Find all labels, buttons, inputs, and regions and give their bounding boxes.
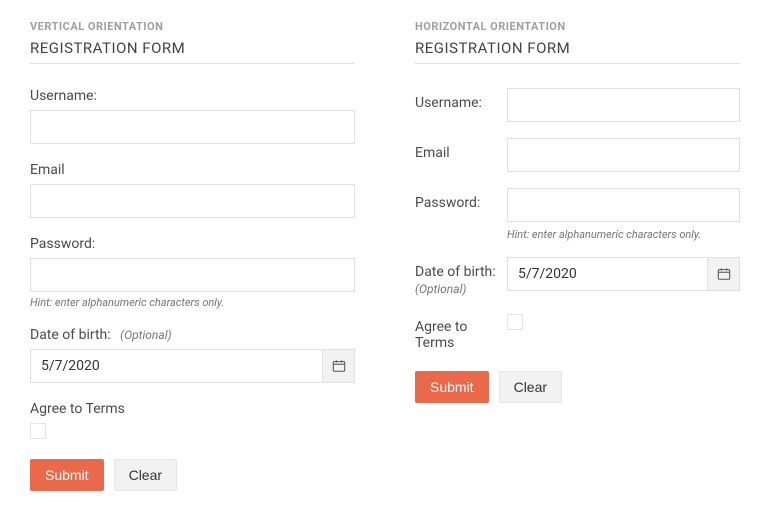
dob-field: Date of birth: (Optional) 5/7/2020 [30,327,355,383]
agree-checkbox[interactable] [30,423,46,439]
password-input-h[interactable] [507,188,740,222]
agree-label: Agree to Terms [30,401,355,417]
email-input-h[interactable] [507,138,740,172]
dob-label-h: Date of birth: (Optional) [415,257,507,296]
clear-button[interactable]: Clear [114,459,177,491]
dob-input-wrap: 5/7/2020 [30,349,355,383]
username-field: Username: [30,88,355,144]
dob-input-wrap-h: 5/7/2020 [507,257,740,291]
agree-field: Agree to Terms [30,401,355,439]
password-input[interactable] [30,258,355,292]
calendar-icon [717,267,731,281]
username-field-h: Username: [415,88,740,122]
button-row-h: Submit Clear [415,371,740,403]
password-field-h: Password: Hint: enter alphanumeric chara… [415,188,740,241]
password-hint-h: Hint: enter alphanumeric characters only… [507,228,740,241]
email-field-h: Email [415,138,740,172]
vertical-form-title: Registration Form [30,39,355,64]
agree-label-h: Agree to Terms [415,312,507,351]
username-input-h[interactable] [507,88,740,122]
submit-button-h[interactable]: Submit [415,371,489,403]
vertical-section-label: Vertical Orientation [30,20,355,33]
agree-field-h: Agree to Terms [415,312,740,351]
username-label: Username: [30,88,355,104]
dob-label-text-h: Date of birth: [415,264,496,280]
password-field: Password: Hint: enter alphanumeric chara… [30,236,355,309]
dob-label-text: Date of birth: [30,327,111,343]
email-field: Email [30,162,355,218]
calendar-icon [332,359,346,373]
username-input[interactable] [30,110,355,144]
calendar-button-h[interactable] [707,258,739,290]
email-label-h: Email [415,138,507,161]
dob-field-h: Date of birth: (Optional) 5/7/2020 [415,257,740,296]
agree-checkbox-h[interactable] [507,314,523,330]
email-input[interactable] [30,184,355,218]
clear-button-h[interactable]: Clear [499,371,562,403]
password-label-h: Password: [415,188,507,211]
horizontal-column: Horizontal Orientation Registration Form… [415,20,740,491]
password-hint: Hint: enter alphanumeric characters only… [30,296,355,309]
email-label: Email [30,162,355,178]
vertical-column: Vertical Orientation Registration Form U… [30,20,355,491]
calendar-button[interactable] [322,350,354,382]
dob-optional: (Optional) [120,328,171,342]
dob-label: Date of birth: (Optional) [30,327,355,343]
horizontal-form-title: Registration Form [415,39,740,64]
button-row: Submit Clear [30,459,355,491]
horizontal-section-label: Horizontal Orientation [415,20,740,33]
dob-input[interactable]: 5/7/2020 [30,349,355,383]
dob-optional-h: (Optional) [415,282,507,296]
password-label: Password: [30,236,355,252]
username-label-h: Username: [415,88,507,111]
dob-input-h[interactable]: 5/7/2020 [507,257,740,291]
submit-button[interactable]: Submit [30,459,104,491]
